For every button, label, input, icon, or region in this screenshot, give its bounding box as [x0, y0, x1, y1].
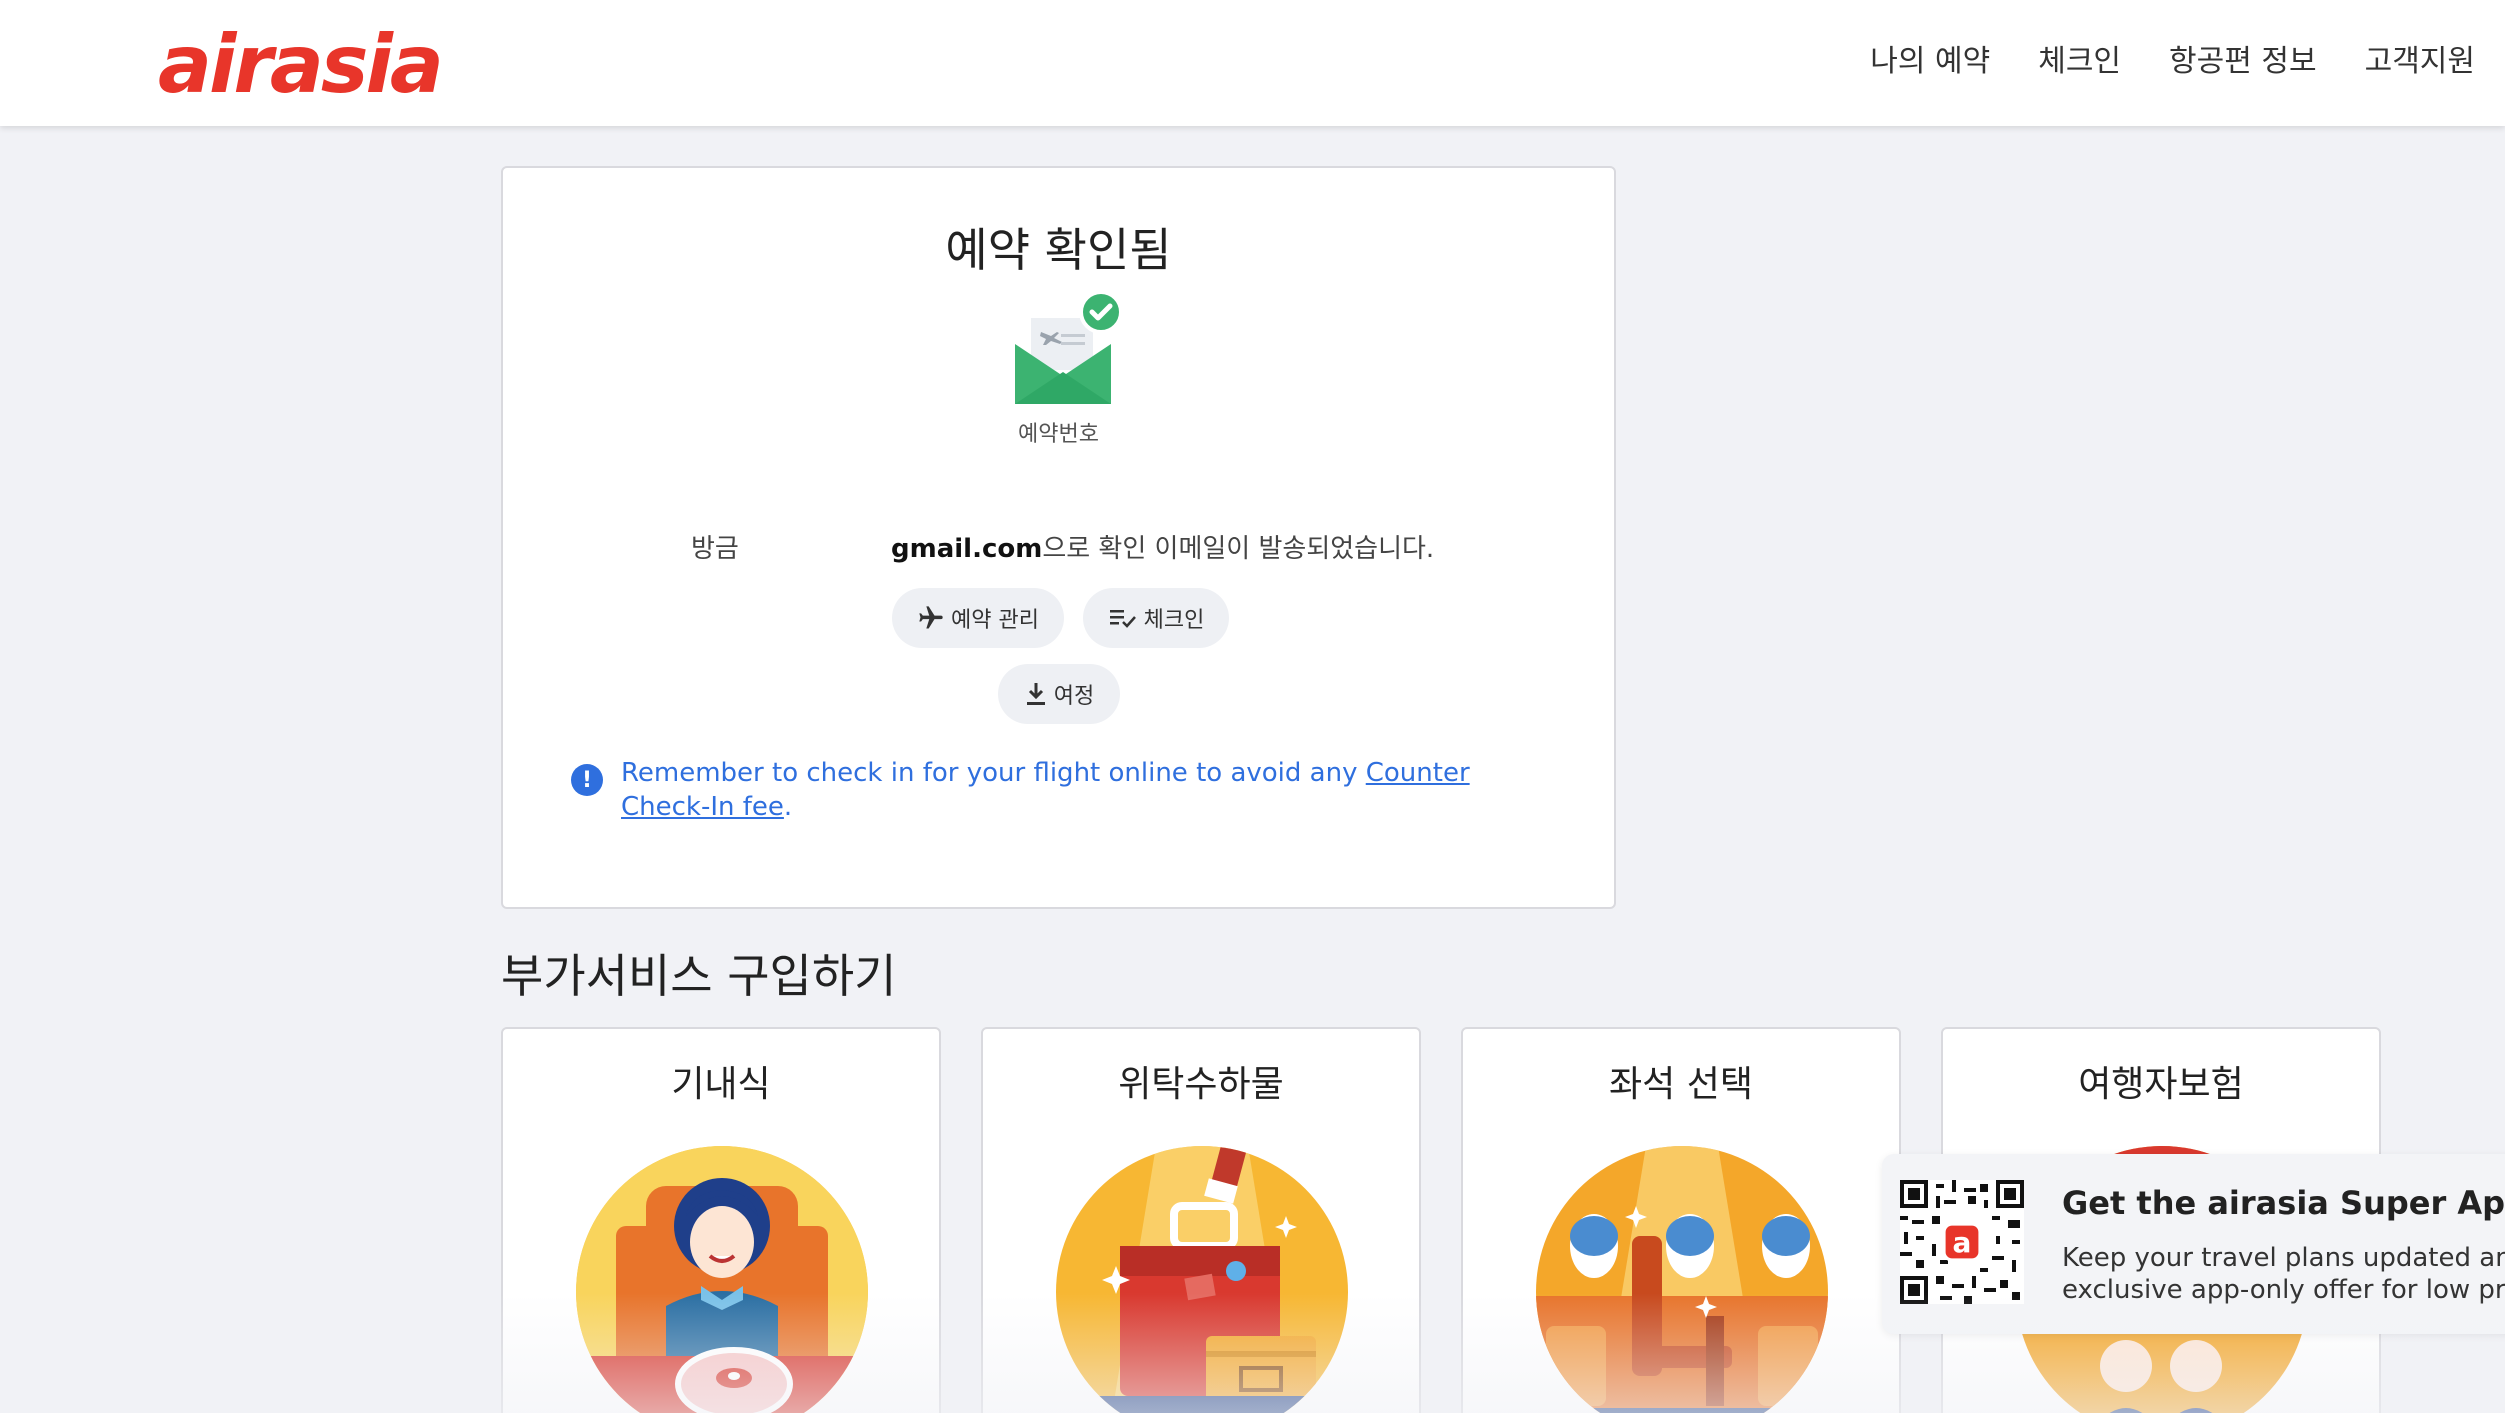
confirmation-title: 예약 확인됨: [945, 223, 1172, 277]
qr-code-icon: a: [1900, 1180, 2024, 1304]
reminder-message: Remember to check in for your flight onl…: [621, 758, 1366, 788]
addon-title-meals: 기내식: [671, 1064, 771, 1105]
nav-my-bookings[interactable]: 나의 예약: [1870, 36, 1990, 80]
booking-number-label: 예약번호: [1018, 422, 1099, 447]
reminder-text: Remember to check in for your flight onl…: [621, 756, 1531, 824]
airasia-logo[interactable]: airasia: [158, 20, 444, 110]
addon-title-insurance: 여행자보험: [2078, 1064, 2244, 1105]
itinerary-download-button[interactable]: 여정: [998, 664, 1120, 724]
top-header: airasia 나의 예약 체크인 항공편 정보 고객지원: [0, 0, 2505, 126]
addon-title-baggage: 위탁수하물: [1118, 1064, 1284, 1105]
airplane-icon: [919, 606, 943, 629]
reminder-period: .: [783, 792, 793, 822]
info-icon: !: [571, 764, 603, 796]
nav-flight-status[interactable]: 항공편 정보: [2169, 36, 2317, 80]
main-nav: 나의 예약 체크인 항공편 정보 고객지원: [1870, 36, 2475, 80]
email-sent-message: gmail.com으로 확인 이메일이 발송되었습니다.: [891, 528, 1434, 565]
meal-illustration-icon: [576, 1146, 868, 1413]
manage-booking-button[interactable]: 예약 관리: [892, 588, 1064, 648]
svg-text:a: a: [1953, 1226, 1972, 1259]
promo-title: Get the airasia Super App: [2062, 1184, 2505, 1222]
itinerary-label: 여정: [1053, 684, 1095, 709]
luggage-illustration-icon: [1056, 1146, 1348, 1413]
email-sent-suffix: 으로 확인 이메일이 발송되었습니다.: [1042, 534, 1435, 564]
booking-confirmation-card: 예약 확인됨 예약번호 방금 gmail.com으로 확인 이메일이 발송되었습…: [501, 166, 1616, 909]
checkin-button[interactable]: 체크인: [1083, 588, 1229, 648]
promo-text: Keep your travel plans updated and get e…: [2062, 1243, 2505, 1305]
addons-section-title: 부가서비스 구입하기: [501, 949, 897, 1003]
addon-title-seat: 좌석 선택: [1609, 1064, 1753, 1105]
recipient-name: 방금: [691, 534, 739, 564]
download-icon: [1026, 683, 1045, 705]
seat-illustration-icon: [1536, 1146, 1828, 1413]
checklist-icon: [1109, 610, 1136, 628]
envelope-check-icon: [1003, 288, 1123, 408]
checkin-reminder: ! Remember to check in for your flight o…: [571, 756, 1531, 824]
checkin-label: 체크인: [1143, 608, 1205, 633]
manage-booking-label: 예약 관리: [951, 608, 1039, 633]
addon-card-baggage[interactable]: 위탁수하물: [981, 1027, 1421, 1413]
app-promo-banner[interactable]: a Get the airasia Super App Keep your tr…: [1882, 1154, 2505, 1334]
addon-card-seat[interactable]: 좌석 선택: [1461, 1027, 1901, 1413]
addon-card-meals[interactable]: 기내식: [501, 1027, 941, 1413]
nav-support[interactable]: 고객지원: [2365, 36, 2475, 80]
email-domain: gmail.com: [891, 534, 1043, 564]
nav-checkin[interactable]: 체크인: [2038, 36, 2121, 80]
